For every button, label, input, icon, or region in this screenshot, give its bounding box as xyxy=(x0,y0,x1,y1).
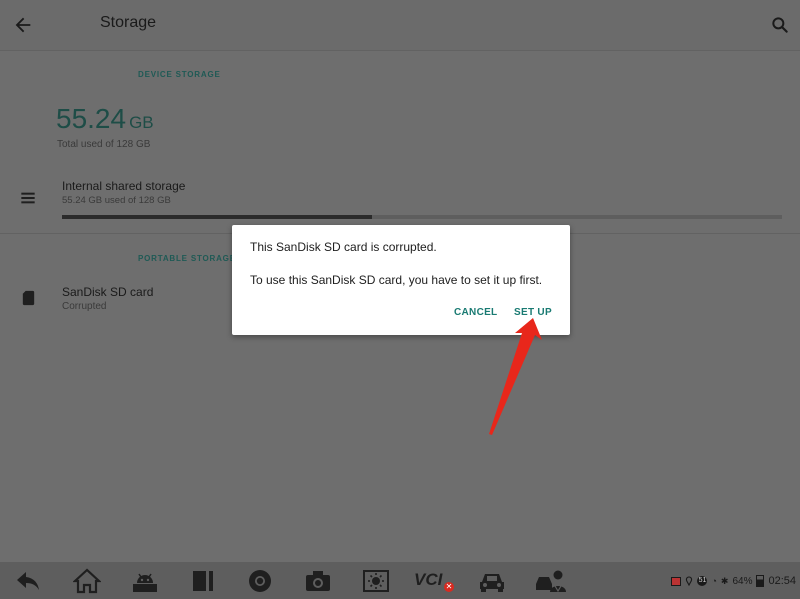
signal-icon: ✱ xyxy=(720,575,729,586)
back-arrow-icon[interactable] xyxy=(12,14,34,36)
sd-card-icon xyxy=(22,290,35,306)
technician-icon[interactable] xyxy=(534,568,568,594)
sd-card-status: Corrupted xyxy=(62,301,107,312)
brightness-icon[interactable] xyxy=(362,568,390,594)
search-icon[interactable] xyxy=(770,15,790,35)
nav-back-icon[interactable] xyxy=(14,568,42,594)
location-icon xyxy=(686,576,693,586)
calendar-icon xyxy=(671,576,682,586)
device-storage-header: DEVICE STORAGE xyxy=(138,70,221,79)
status-area: 51 ◔ ✱ 64% 02:54 xyxy=(671,572,796,590)
vci-label: VCI xyxy=(414,570,443,589)
storage-used-total: 55.24 GB xyxy=(56,103,154,135)
internal-storage-detail: 55.24 GB used of 128 GB xyxy=(62,195,171,206)
taskbar: VCI ✕ 51 ◔ ✱ 64% 02:54 xyxy=(0,562,800,599)
cancel-button[interactable]: CANCEL xyxy=(454,307,497,318)
storage-list-icon xyxy=(21,192,35,204)
set-up-button[interactable]: SET UP xyxy=(514,307,552,318)
nav-home-icon[interactable] xyxy=(73,568,101,594)
vci-icon[interactable]: VCI ✕ xyxy=(414,568,454,594)
storage-total-caption: Total used of 128 GB xyxy=(57,139,151,150)
portable-storage-header: PORTABLE STORAGE xyxy=(138,254,236,263)
dialog-title: This SanDisk SD card is corrupted. xyxy=(250,240,437,254)
storage-screen: Storage DEVICE STORAGE 55.24 GB Total use… xyxy=(0,0,800,599)
clock: 02:54 xyxy=(768,575,796,587)
wifi-icon: ◔ xyxy=(711,576,717,586)
dialog-message: To use this SanDisk SD card, you have to… xyxy=(250,273,543,287)
sd-card-corrupted-dialog: This SanDisk SD card is corrupted. To us… xyxy=(232,225,570,335)
nav-recents-icon[interactable] xyxy=(189,568,217,594)
app-bar: Storage xyxy=(0,0,800,51)
storage-used-unit: GB xyxy=(129,113,154,132)
browser-icon[interactable] xyxy=(246,568,274,594)
android-icon[interactable] xyxy=(131,568,159,594)
vci-disconnected-badge-icon: ✕ xyxy=(444,582,454,592)
internal-storage-progress xyxy=(62,215,782,219)
battery-icon xyxy=(756,575,765,587)
camera-icon[interactable] xyxy=(304,568,332,594)
notification-count-badge: 51 xyxy=(697,576,708,586)
car-icon[interactable] xyxy=(478,568,506,594)
internal-storage-progress-fill xyxy=(62,215,372,219)
storage-used-value: 55.24 xyxy=(56,103,127,134)
sd-card-label: SanDisk SD card xyxy=(62,285,154,299)
internal-storage-label: Internal shared storage xyxy=(62,179,186,193)
battery-percent: 64% xyxy=(732,575,753,587)
page-title: Storage xyxy=(100,14,157,31)
